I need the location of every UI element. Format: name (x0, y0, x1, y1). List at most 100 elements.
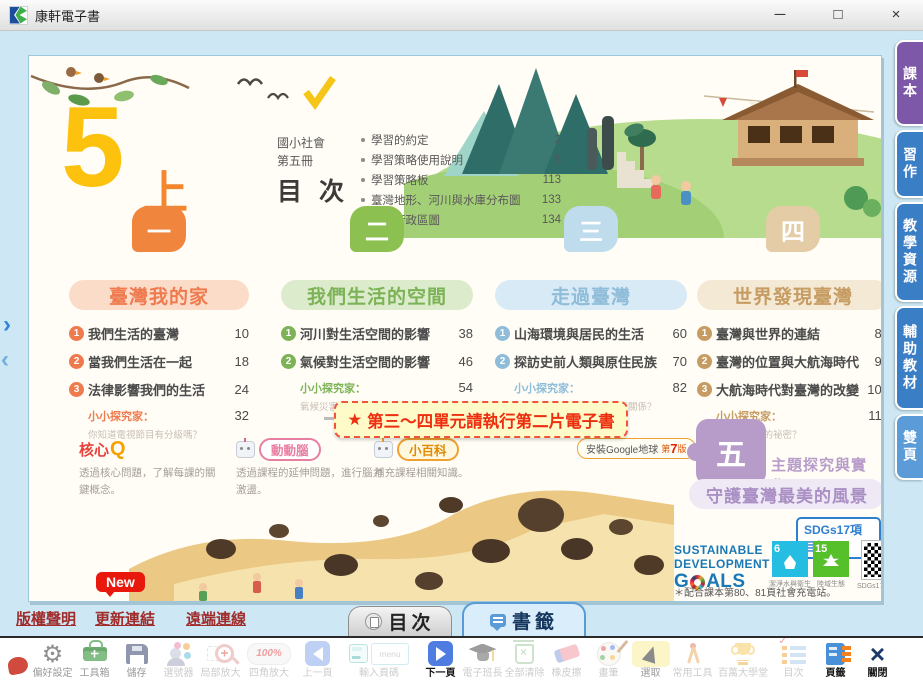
toc-entry: 2當我們生活在一起18 (69, 352, 249, 371)
intro-item: 學習策略板113 (361, 172, 561, 188)
intro-item: 學習的約定2 (361, 132, 561, 148)
star-icon: ★ (347, 410, 362, 430)
gear-icon (42, 642, 64, 666)
class-leader-button[interactable]: 電子班長 (462, 638, 503, 680)
robot-icon (374, 441, 393, 458)
page-number-input-button[interactable]: menu 輸入頁碼 (339, 638, 419, 680)
unit-column-4: 四 世界發現臺灣 1臺灣與世界的連結88 2臺灣的位置與大航海時代92 3大航海… (697, 206, 882, 441)
region-zoom-button[interactable]: 局部放大 (200, 638, 241, 680)
explorer-entry: 小小探究家：32 你知道電視節目有分級嗎？ (88, 408, 249, 441)
brush-button[interactable]: 畫筆 (588, 638, 629, 680)
toc-entry: 1臺灣與世界的連結88 (697, 324, 882, 343)
sdg-note: ＊配合課本第80、81頁社會充電站。 (674, 584, 836, 599)
close-window-button[interactable]: × (885, 1, 907, 29)
toc-entry: 3大航海時代對臺灣的改變100 (697, 380, 882, 399)
unit-2-title: 我們生活的空間 (281, 280, 473, 310)
save-icon (126, 644, 148, 664)
quiz-hall-button[interactable]: 百萬大學堂 (714, 638, 772, 680)
prev-arrow-icon (305, 641, 330, 666)
bottom-toolbar: 偏好設定 工具箱 儲存 選號器 局部放大 100% 四角放大 上一頁 men (0, 636, 923, 682)
app-window: 康軒電子書 ─ □ × 課本 習作 教學資源 輔助教材 雙頁 › ‹ (0, 0, 923, 682)
side-tab-textbook[interactable]: 課本 (895, 40, 923, 126)
toc-entry: 1山海環境與居民的生活60 (495, 324, 687, 343)
mascot-icon (7, 655, 30, 675)
graduation-cap-icon (469, 644, 497, 664)
sdg-icon-15: 15 陸域生態 (813, 541, 849, 589)
corner-zoom-button[interactable]: 100% 四角放大 (242, 638, 296, 680)
unit-4-title: 世界發現臺灣 (697, 280, 882, 310)
previous-page-button[interactable]: 上一頁 (297, 638, 338, 680)
page-tabs-button[interactable]: 頁籤 (815, 638, 856, 680)
unit-1-icon: 一 (132, 206, 186, 252)
legend-brainstorm: 動動腦 透過課程的延伸問題，進行腦力激盪。 (236, 438, 388, 499)
notice-banner: ★ 第三～四單元請執行第二片電子書 (334, 401, 628, 438)
legend-encyclopedia: 小百科 補充課程相關知識。 (374, 438, 514, 482)
bullet-icon (361, 158, 365, 162)
side-tab-auxiliary-materials[interactable]: 輔助教材 (895, 306, 923, 410)
app-logo-icon (10, 7, 27, 24)
checklist-icon: ✓ (782, 644, 806, 664)
unit-4-icon: 四 (766, 206, 820, 252)
unit-5-puzzle-icon: 五 (696, 419, 766, 485)
maximize-button[interactable]: □ (827, 1, 849, 29)
mascot-button[interactable] (5, 638, 31, 680)
toc-button[interactable]: ✓ 目次 (773, 638, 814, 680)
window-titlebar: 康軒電子書 ─ □ × (0, 0, 923, 31)
toc-entry: 3法律影響我們的生活24 (69, 380, 249, 399)
google-earth-badge: 安裝Google地球 第7版 (577, 438, 696, 459)
copyright-link[interactable]: 版權聲明 (16, 608, 76, 629)
save-button[interactable]: 儲存 (116, 638, 157, 680)
subject-block: 國小社會 第五冊 目 次 (277, 134, 349, 212)
unit-column-3: 三 走過臺灣 1山海環境與居民的生活60 2探訪史前人類與原住民族70 小小探究… (495, 206, 687, 413)
volume-name: 第五冊 (277, 152, 349, 170)
toolbox-button[interactable]: 工具箱 (74, 638, 115, 680)
remote-connection-link[interactable]: 遠端連線 (186, 608, 246, 629)
palette-icon (597, 642, 621, 666)
close-app-button[interactable]: × 關閉 (857, 638, 898, 680)
clear-all-button[interactable]: 全部清除 (504, 638, 545, 680)
tab-table-of-contents[interactable]: 目次 (348, 606, 452, 636)
next-arrow-icon (428, 641, 453, 666)
minimize-button[interactable]: ─ (769, 1, 791, 29)
bullet-icon (361, 178, 365, 182)
compass-icon (682, 643, 704, 665)
preferences-button[interactable]: 偏好設定 (32, 638, 73, 680)
bookmark-bubble-icon (490, 614, 506, 627)
next-page-button[interactable]: 下一頁 (420, 638, 461, 680)
book-tabs-icon (826, 643, 845, 665)
cursor-icon (632, 641, 670, 667)
close-icon: × (870, 642, 885, 666)
sdg-qr-code: SDGs17項目標 (857, 541, 882, 591)
toc-entry: 1河川對生活空間的影響38 (281, 324, 473, 343)
toolbox-icon (83, 647, 107, 661)
unit-column-1: 一 臺灣我的家 1我們生活的臺灣10 2當我們生活在一起18 3法律影響我們的生… (69, 206, 249, 441)
side-tab-double-page[interactable]: 雙頁 (895, 414, 923, 480)
next-page-arrow-icon[interactable]: › (3, 315, 11, 335)
common-tools-button[interactable]: 常用工具 (672, 638, 713, 680)
water-drop-icon (784, 555, 796, 569)
eraser-button[interactable]: 橡皮擦 (546, 638, 587, 680)
flying-birds-illustration (234, 68, 369, 110)
prev-page-arrow-icon[interactable]: ‹ (1, 350, 9, 370)
unit-1-title: 臺灣我的家 (69, 280, 249, 310)
stage: › ‹ (0, 30, 923, 636)
unit-5-subtitle: 守護臺灣最美的風景 (689, 479, 882, 509)
side-tab-teaching-resources[interactable]: 教學資源 (895, 202, 923, 302)
subject-name: 國小社會 (277, 134, 349, 152)
update-links-link[interactable]: 更新連結 (95, 608, 155, 629)
side-tab-workbook[interactable]: 習作 (895, 130, 923, 198)
unit-3-icon: 三 (564, 206, 618, 252)
legend-core-q: 核心Q 透過核心問題，了解每課的關鍵概念。 (79, 438, 221, 499)
select-tool-button[interactable]: 選取 (630, 638, 671, 680)
trophy-icon (731, 643, 755, 665)
clipboard-icon (365, 613, 382, 630)
intro-item: 學習策略使用說明6 (361, 152, 561, 168)
new-badge: New (96, 572, 145, 592)
qr-code-icon (862, 541, 882, 579)
number-picker-button[interactable]: 選號器 (158, 638, 199, 680)
toc-entry: 2探訪史前人類與原住民族70 (495, 352, 687, 371)
book-page[interactable]: 5 上 國小社會 第五冊 目 次 學習的約定2 學習策略使用說明6 學習策略板1… (28, 55, 882, 602)
unit-3-title: 走過臺灣 (495, 280, 687, 310)
bullet-icon (361, 198, 365, 202)
tab-bookmarks[interactable]: 書籤 (462, 602, 586, 636)
